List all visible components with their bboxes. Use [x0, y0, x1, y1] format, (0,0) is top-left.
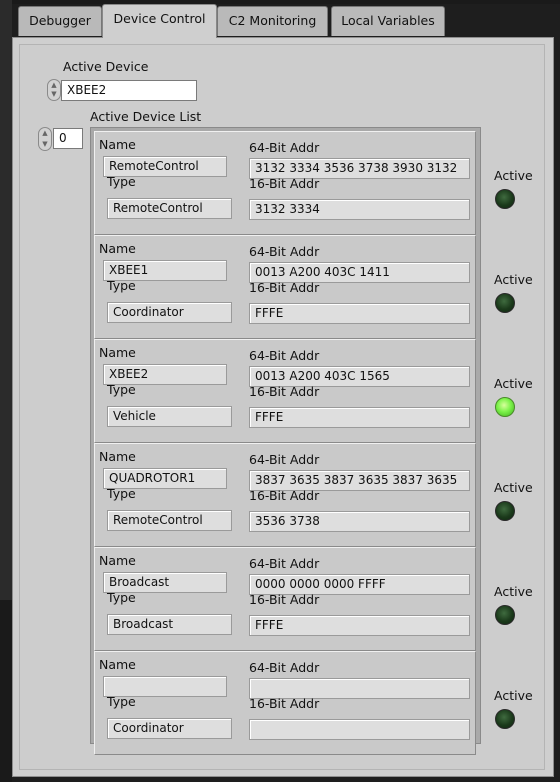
device-type-field[interactable]: RemoteControl	[107, 510, 232, 531]
active-label: Active	[494, 688, 533, 703]
active-label: Active	[494, 480, 533, 495]
active-led-indicator	[495, 605, 515, 625]
device-type-field[interactable]: Vehicle	[107, 406, 232, 427]
addr64-label: 64-Bit Addr	[249, 660, 320, 675]
name-label: Name	[99, 657, 136, 672]
device-type-field[interactable]: RemoteControl	[107, 198, 232, 219]
name-label: Name	[99, 345, 136, 360]
addr16-label: 16-Bit Addr	[249, 592, 320, 607]
device-cluster: Name RemoteControl Type RemoteControl 64-Bit…	[94, 131, 533, 235]
addr64-label: 64-Bit Addr	[249, 140, 320, 155]
device-cluster: Name XBEE2 Type Vehicle 64-Bit Addr 0013 A200…	[94, 339, 533, 443]
addr16-field[interactable]: FFFE	[249, 303, 470, 324]
type-label: Type	[107, 174, 136, 189]
addr16-field[interactable]: 3132 3334	[249, 199, 470, 220]
device-cluster: Name Type Coordinator 64-Bit Addr 16-Bit Add…	[94, 651, 533, 755]
list-index-field[interactable]: 0	[53, 128, 83, 149]
active-led-indicator	[495, 189, 515, 209]
addr16-label: 16-Bit Addr	[249, 488, 320, 503]
name-label: Name	[99, 241, 136, 256]
active-led-indicator	[495, 709, 515, 729]
active-device-spinner[interactable]: ▲ ▼	[47, 79, 61, 101]
addr64-label: 64-Bit Addr	[249, 452, 320, 467]
addr64-label: 64-Bit Addr	[249, 244, 320, 259]
active-device-field[interactable]: XBEE2	[61, 80, 197, 101]
addr16-field[interactable]: FFFE	[249, 615, 470, 636]
device-cluster: Name XBEE1 Type Coordinator 64-Bit Addr 0013 …	[94, 235, 533, 339]
device-cluster: Name Broadcast Type Broadcast 64-Bit Addr 000…	[94, 547, 533, 651]
active-device-label: Active Device	[63, 59, 149, 74]
addr16-label: 16-Bit Addr	[249, 176, 320, 191]
active-led-indicator	[495, 501, 515, 521]
active-led-indicator	[495, 397, 515, 417]
name-label: Name	[99, 137, 136, 152]
addr16-field[interactable]: 3536 3738	[249, 511, 470, 532]
addr16-field[interactable]: FFFE	[249, 407, 470, 428]
name-label: Name	[99, 449, 136, 464]
type-label: Type	[107, 486, 136, 501]
device-type-field[interactable]: Coordinator	[107, 302, 232, 323]
list-index-spinner[interactable]: ▲ ▼	[38, 127, 52, 151]
device-cluster: Name QUADROTOR1 Type RemoteControl 64-Bit Ad…	[94, 443, 533, 547]
type-label: Type	[107, 590, 136, 605]
active-device-list-label: Active Device List	[90, 109, 202, 124]
addr64-label: 64-Bit Addr	[249, 556, 320, 571]
active-label: Active	[494, 584, 533, 599]
type-label: Type	[107, 382, 136, 397]
device-type-field[interactable]: Coordinator	[107, 718, 232, 739]
addr64-label: 64-Bit Addr	[249, 348, 320, 363]
device-type-field[interactable]: Broadcast	[107, 614, 232, 635]
active-label: Active	[494, 376, 533, 391]
type-label: Type	[107, 278, 136, 293]
name-label: Name	[99, 553, 136, 568]
spinner-up-icon[interactable]: ▲	[50, 82, 58, 89]
addr16-label: 16-Bit Addr	[249, 280, 320, 295]
active-label: Active	[494, 272, 533, 287]
addr16-label: 16-Bit Addr	[249, 696, 320, 711]
active-label: Active	[494, 168, 533, 183]
type-label: Type	[107, 694, 136, 709]
addr16-label: 16-Bit Addr	[249, 384, 320, 399]
spinner-down-icon[interactable]: ▼	[41, 141, 49, 148]
spinner-up-icon[interactable]: ▲	[41, 130, 49, 137]
active-led-indicator	[495, 293, 515, 313]
addr16-field[interactable]	[249, 719, 470, 740]
spinner-down-icon[interactable]: ▼	[50, 91, 58, 98]
